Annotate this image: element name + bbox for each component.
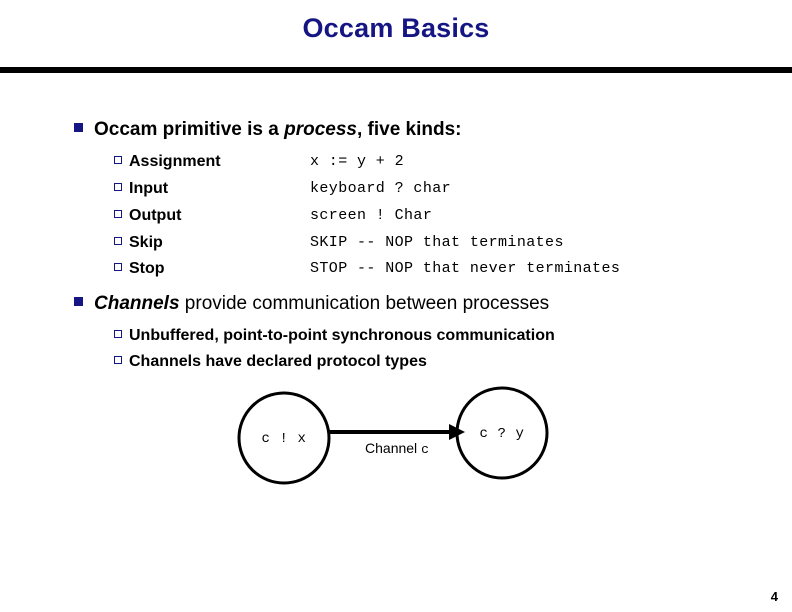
- list-item-input: Input: [114, 179, 168, 199]
- bullet-primitive-kinds-text: Occam primitive is a process, five kinds…: [94, 118, 462, 142]
- left-process-label: c ! x: [261, 431, 307, 447]
- channel-arrow-label-name: c: [421, 442, 429, 457]
- filled-square-bullet-icon: [74, 297, 83, 306]
- hollow-square-bullet-icon: [114, 210, 122, 218]
- hollow-square-bullet-icon: [114, 356, 122, 364]
- channel-arrow-label: Channel c: [329, 440, 465, 458]
- hollow-square-bullet-icon: [114, 263, 122, 271]
- page-number: 4: [770, 589, 778, 604]
- filled-square-bullet-icon: [74, 123, 83, 132]
- bullet1-part-3: , five kinds:: [356, 119, 462, 140]
- bullet2-part-1: Channels: [94, 293, 180, 314]
- bullet-channels: Channels provide communication between p…: [74, 292, 549, 316]
- list-item-label: Assignment: [129, 153, 221, 170]
- hollow-square-bullet-icon: [114, 237, 122, 245]
- code-assignment: x := y + 2: [310, 153, 405, 170]
- list-item-protocol-types: Channels have declared protocol types: [114, 352, 427, 372]
- slide-body: Occam primitive is a process, five kinds…: [0, 0, 792, 612]
- list-item-assignment: Assignment: [114, 152, 221, 172]
- code-stop: STOP -- NOP that never terminates: [310, 260, 621, 277]
- list-item-unbuffered: Unbuffered, point-to-point synchronous c…: [114, 326, 555, 346]
- hollow-square-bullet-icon: [114, 183, 122, 191]
- bullet-primitive-kinds: Occam primitive is a process, five kinds…: [74, 118, 462, 142]
- list-item-label: Unbuffered, point-to-point synchronous c…: [129, 327, 555, 344]
- bullet2-part-2: provide communication between processes: [179, 293, 550, 314]
- list-item-label: Skip: [129, 234, 163, 251]
- list-item-skip: Skip: [114, 233, 163, 253]
- code-input: keyboard ? char: [310, 180, 452, 197]
- list-item-label: Channels have declared protocol types: [129, 353, 427, 370]
- bullet-channels-text: Channels provide communication between p…: [94, 292, 549, 316]
- hollow-square-bullet-icon: [114, 330, 122, 338]
- code-output: screen ! Char: [310, 207, 433, 224]
- list-item-label: Input: [129, 180, 169, 197]
- code-skip: SKIP -- NOP that terminates: [310, 234, 564, 251]
- hollow-square-bullet-icon: [114, 156, 122, 164]
- bullet1-part-1: Occam primitive is a: [94, 119, 285, 140]
- list-item-output: Output: [114, 206, 181, 226]
- channel-arrow-label-word: Channel: [365, 440, 418, 456]
- list-item-label: Stop: [129, 260, 165, 277]
- channel-communication-diagram: c ! x c ? y Channel c: [225, 385, 565, 490]
- list-item-label: Output: [129, 207, 182, 224]
- bullet1-part-2: process: [284, 119, 357, 140]
- list-item-stop: Stop: [114, 259, 165, 279]
